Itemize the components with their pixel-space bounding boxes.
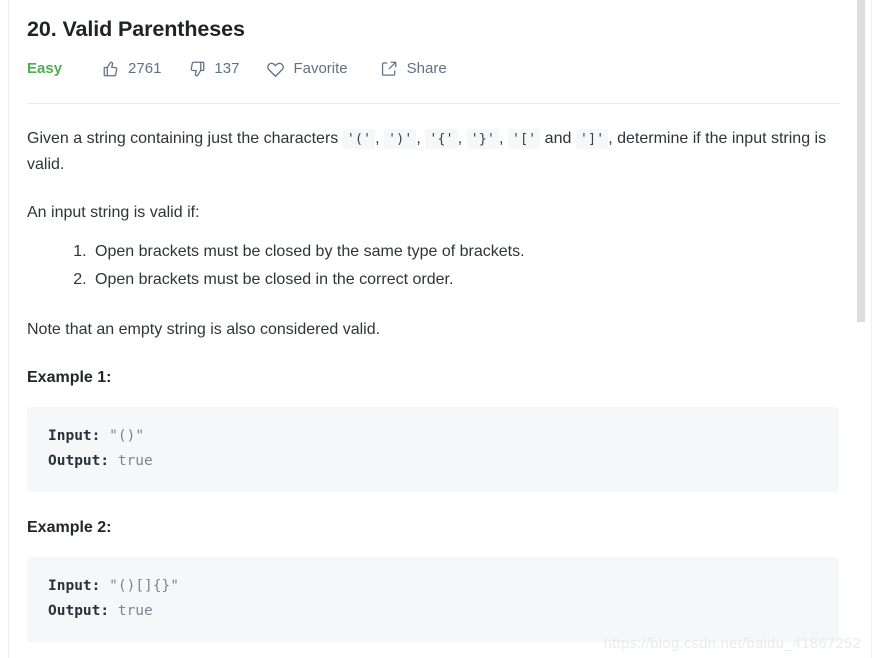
share-icon bbox=[380, 60, 399, 79]
example-1-input-label: Input: bbox=[48, 428, 101, 444]
share-button[interactable]: Share bbox=[380, 57, 447, 81]
sep-0: , bbox=[375, 130, 384, 147]
favorite-label: Favorite bbox=[293, 60, 348, 77]
vertical-scrollbar-track[interactable] bbox=[871, 0, 887, 658]
dislike-count: 137 bbox=[214, 60, 240, 77]
example-2-output-value: true bbox=[117, 603, 153, 619]
and-word: and bbox=[540, 130, 576, 147]
problem-content: 20. Valid Parentheses Easy 2761 137 Favo… bbox=[0, 0, 858, 642]
example-2-heading: Example 2: bbox=[27, 519, 112, 536]
problem-meta-row: Easy 2761 137 Favorite Share bbox=[27, 57, 838, 81]
rules-list: Open brackets must be closed by the same… bbox=[27, 238, 838, 294]
code-char-4: '[' bbox=[507, 129, 541, 149]
code-char-3: '}' bbox=[466, 129, 499, 149]
example-2-input-label: Input: bbox=[48, 578, 101, 594]
list-item: Open brackets must be closed in the corr… bbox=[91, 266, 838, 294]
empty-string-note: Note that an empty string is also consid… bbox=[27, 321, 381, 338]
share-label: Share bbox=[406, 60, 447, 77]
intro-prefix: Given a string containing just the chara… bbox=[27, 130, 343, 147]
difficulty-badge: Easy bbox=[27, 60, 63, 77]
page-title: 20. Valid Parentheses bbox=[27, 17, 245, 41]
code-char-5: ']' bbox=[575, 129, 609, 149]
valid-if-text: An input string is valid if: bbox=[27, 204, 200, 221]
example-1-input-value: "()" bbox=[109, 428, 145, 444]
section-divider bbox=[27, 103, 839, 104]
like-count: 2761 bbox=[128, 60, 162, 77]
dislike-button[interactable]: 137 bbox=[187, 57, 239, 81]
example-1-output-label: Output: bbox=[48, 453, 110, 469]
example-1-heading: Example 1: bbox=[27, 369, 112, 386]
heart-icon bbox=[266, 60, 285, 79]
vertical-scrollbar-thumb[interactable] bbox=[857, 0, 865, 322]
problem-description-pane: 20. Valid Parentheses Easy 2761 137 Favo… bbox=[0, 0, 858, 658]
example-2-input-value: "()[]{}" bbox=[109, 578, 179, 594]
example-1-output-value: true bbox=[117, 453, 153, 469]
thumbs-up-icon bbox=[101, 60, 120, 79]
thumbs-down-icon bbox=[187, 60, 206, 79]
code-char-0: '(' bbox=[342, 129, 376, 149]
favorite-button[interactable]: Favorite bbox=[266, 57, 348, 81]
sep-1: , bbox=[416, 130, 426, 147]
list-item: Open brackets must be closed by the same… bbox=[91, 238, 838, 266]
code-char-2: '{' bbox=[425, 129, 458, 149]
sep-3: , bbox=[498, 130, 508, 147]
code-char-1: ')' bbox=[384, 129, 417, 149]
example-2-output-label: Output: bbox=[48, 603, 110, 619]
example-1-code-block: Input: "()" Output: true bbox=[27, 407, 839, 492]
sep-2: , bbox=[457, 130, 467, 147]
like-button[interactable]: 2761 bbox=[101, 57, 161, 81]
example-2-code-block: Input: "()[]{}" Output: true bbox=[27, 557, 839, 642]
description-intro: Given a string containing just the chara… bbox=[27, 126, 827, 177]
